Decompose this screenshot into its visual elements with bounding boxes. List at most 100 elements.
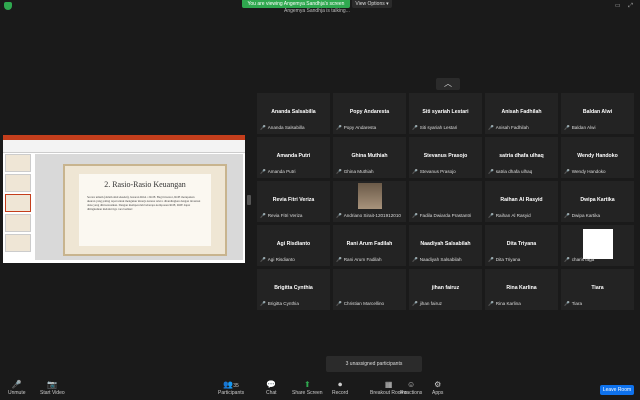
participant-label: 🎤 Revia Fitri Veriza — [260, 213, 328, 219]
participant-tile[interactable]: 🎤 Fadila Dwiarda Prastantri — [409, 181, 482, 222]
video-off-icon: 📷 — [47, 380, 58, 389]
participant-tile[interactable]: Rina Karlina 🎤 Rina Karlina — [485, 269, 558, 310]
participant-tile[interactable]: jihan fairuz 🎤 jihan fairuz — [409, 269, 482, 310]
participant-tile[interactable]: Ananda Salsabilla 🎤 Ananda Salsabilla — [257, 93, 330, 134]
leave-room-button[interactable]: Leave Room — [600, 385, 634, 395]
ppt-ribbon — [3, 140, 245, 153]
shared-screen: 2. Rasio-Rasio Keuangan Secara umum (dal… — [3, 135, 245, 263]
meeting-toolbar: 🎤 Unmute 📷 Start Video 👥35 Participants 💬 Ch… — [0, 378, 640, 400]
participant-label-text: Dwipa Kartika — [571, 213, 601, 218]
participant-tile[interactable]: Baldan Alwi 🎤 Baldan Alwi — [561, 93, 634, 134]
participant-name: Amanda Putri — [276, 153, 311, 159]
muted-mic-icon: 🎤 — [260, 257, 266, 262]
start-video-label: Start Video — [40, 390, 65, 396]
participant-tile[interactable]: Amanda Putri 🎤 Amanda Putri — [257, 137, 330, 178]
reactions-icon: ☺ — [407, 380, 416, 389]
participant-tile[interactable]: 🎤 Christian Marcellino — [333, 269, 406, 310]
participant-tile[interactable]: Naadiyah Salsabilah 🎤 Naadiyah Salsabilah — [409, 225, 482, 266]
participant-tile[interactable]: Tiara 🎤 Tiara — [561, 269, 634, 310]
muted-mic-icon: 🎤 — [488, 169, 494, 174]
participant-tile[interactable]: Popy Andaresta 🎤 Popy Andaresta — [333, 93, 406, 134]
participant-label-text: Brigitta Cynthia — [267, 301, 299, 306]
muted-mic-icon: 🎤 — [488, 301, 494, 306]
participant-tile[interactable]: Wendy Handoko 🎤 Wendy Handoko — [561, 137, 634, 178]
muted-mic-icon: 🎤 — [412, 301, 418, 306]
share-screen-icon: ⬆ — [303, 380, 311, 389]
participants-count: 35 — [233, 383, 239, 389]
participant-label: 🎤 Dwipa Kartika — [564, 213, 632, 219]
reactions-button[interactable]: ☺ Reactions — [400, 380, 422, 396]
participant-tile[interactable]: Revia Fitri Veriza 🎤 Revia Fitri Veriza — [257, 181, 330, 222]
participant-label-text: Amanda Putri — [267, 169, 296, 174]
participant-label-text: Ghina Muthiah — [343, 169, 374, 174]
participant-label-text: Fadila Dwiarda Prastantri — [419, 213, 472, 218]
participant-label: 🎤 jihan fairuz — [412, 301, 480, 307]
participant-label: 🎤 satria dhafa ulhaq — [488, 169, 556, 175]
share-screen-button[interactable]: ⬆ Share Screen — [292, 380, 323, 396]
view-options-button[interactable]: View Options ▾ — [352, 0, 392, 8]
participant-label-text: Wendy Handoko — [571, 169, 606, 174]
participant-tile[interactable]: Stevanus Prasojo 🎤 Stevanus Prasojo — [409, 137, 482, 178]
participant-tile[interactable]: Siti syariah Lestari 🎤 Siti syariah Lestar… — [409, 93, 482, 134]
participant-tile[interactable]: Ghina Muthiah 🎤 Ghina Muthiah — [333, 137, 406, 178]
participant-tile[interactable]: Anisah Fadhilah 🎤 Anisah Fadhilah — [485, 93, 558, 134]
chat-label: Chat — [266, 390, 277, 396]
unassigned-participants[interactable]: 3 unassigned participants — [326, 356, 422, 372]
participant-tile[interactable]: Rani Arum Fadilah 🎤 Rani Arum Fadilah — [333, 225, 406, 266]
participant-tile[interactable]: 🎤 Andriano Sirait-1201912010 — [333, 181, 406, 222]
slide-thumbnail — [5, 194, 31, 212]
participant-name: Siti syariah Lestari — [422, 109, 469, 115]
security-shield-icon[interactable] — [4, 2, 12, 10]
participants-button[interactable]: 👥35 Participants — [218, 380, 244, 396]
muted-mic-icon: 🎤 — [412, 125, 418, 130]
record-button[interactable]: ⏺ Record — [332, 380, 348, 396]
muted-mic-icon: 🎤 — [564, 301, 570, 306]
muted-mic-icon: 🎤 — [260, 213, 266, 218]
unmute-label: Unmute — [8, 390, 26, 396]
participant-tile[interactable]: Dita Triyana 🎤 Dita Triyana — [485, 225, 558, 266]
participant-label: 🎤 Amanda Putri — [260, 169, 328, 175]
participant-label: 🎤 Ananda Salsabilla — [260, 125, 328, 131]
record-icon: ⏺ — [338, 380, 343, 389]
participant-name: Baldan Alwi — [582, 109, 613, 115]
participant-name: Popy Andaresta — [349, 109, 390, 115]
participant-tile[interactable]: Raihan Al Rasyid 🎤 Raihan Al Rasyid — [485, 181, 558, 222]
participant-label: 🎤 Siti syariah Lestari — [412, 125, 480, 131]
muted-mic-icon: 🎤 — [488, 125, 494, 130]
apps-button[interactable]: ⚙ Apps — [432, 380, 443, 396]
slide-thumbnail — [5, 174, 31, 192]
share-screen-label: Share Screen — [292, 390, 323, 396]
unmute-button[interactable]: 🎤 Unmute — [8, 380, 26, 396]
participant-label-text: Dita Triyana — [495, 257, 521, 262]
muted-mic-icon: 🎤 — [488, 257, 494, 262]
participant-video — [583, 229, 613, 259]
participant-label-text: Baldan Alwi — [571, 125, 596, 130]
participant-name: Dita Triyana — [506, 241, 537, 247]
apps-icon: ⚙ — [434, 380, 442, 389]
muted-mic-icon: 🎤 — [336, 301, 342, 306]
start-video-button[interactable]: 📷 Start Video — [40, 380, 65, 396]
participant-tile[interactable]: Brigitta Cynthia 🎤 Brigitta Cynthia — [257, 269, 330, 310]
participant-name: Stevanus Prasojo — [423, 153, 468, 159]
muted-mic-icon: 🎤 — [412, 213, 418, 218]
muted-mic-icon: 🎤 — [11, 380, 22, 389]
top-bar: You are viewing Angemya Sandhja's screen… — [0, 0, 640, 14]
participant-tile[interactable]: Agi Risdianto 🎤 Agi Risdianto — [257, 225, 330, 266]
participant-name: Ghina Muthiah — [351, 153, 388, 159]
participant-tile[interactable]: 🎤 charis faga — [561, 225, 634, 266]
participant-label: 🎤 Raihan Al Rasyid — [488, 213, 556, 219]
split-handle[interactable] — [247, 195, 251, 205]
page-up-button[interactable]: ︿ — [436, 78, 460, 90]
viewing-banner: You are viewing Angemya Sandhja's screen — [242, 0, 350, 8]
window-controls[interactable]: ▭ ⤢ — [615, 2, 636, 10]
slide-thumbnail — [5, 234, 31, 252]
participant-name: Rani Arum Fadilah — [346, 241, 393, 247]
slide-title: 2. Rasio-Rasio Keuangan — [104, 180, 186, 189]
participant-tile[interactable]: Dwipa Kartika 🎤 Dwipa Kartika — [561, 181, 634, 222]
chat-button[interactable]: 💬 Chat — [266, 380, 277, 396]
talking-indicator: Angemya Sandhja is talking... — [284, 8, 350, 14]
muted-mic-icon: 🎤 — [260, 125, 266, 130]
participant-label: 🎤 Agi Risdianto — [260, 257, 328, 263]
participant-tile[interactable]: satria dhafa ulhaq 🎤 satria dhafa ulhaq — [485, 137, 558, 178]
participant-label-text: Agi Risdianto — [267, 257, 295, 262]
